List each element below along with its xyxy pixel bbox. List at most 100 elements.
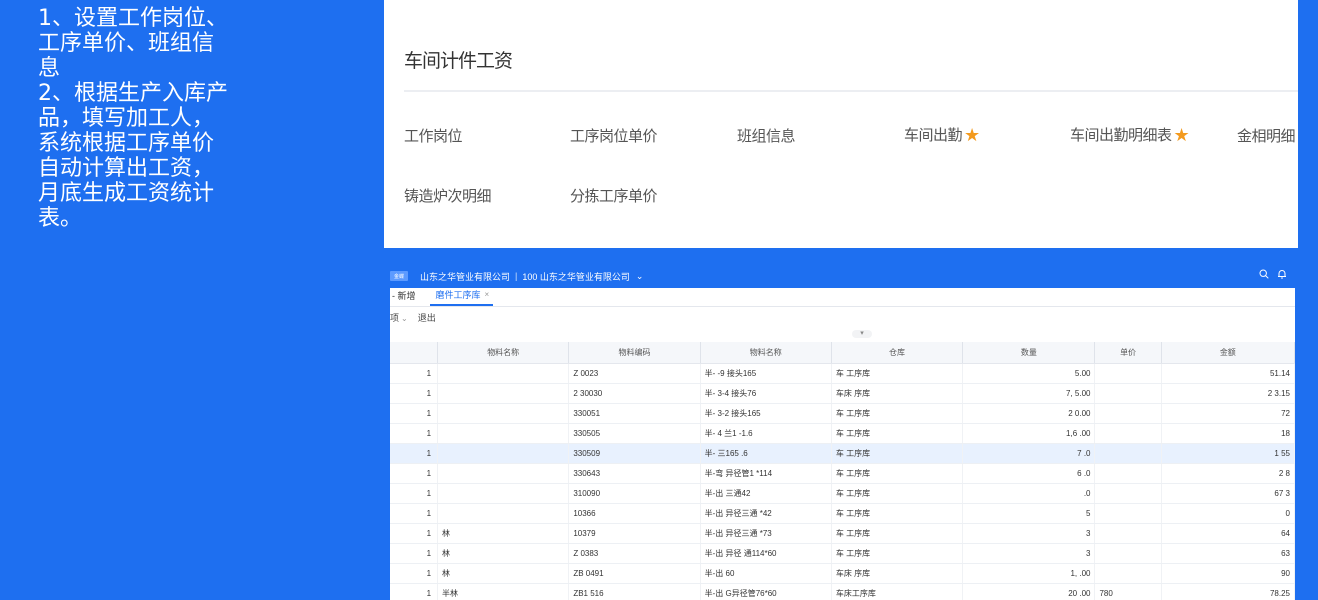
table-cell-idx[interactable]: 1: [390, 423, 439, 444]
table-cell-idx[interactable]: 1: [390, 583, 439, 600]
table-cell-idx[interactable]: 1: [390, 543, 439, 564]
table-cell-code[interactable]: Z 0023: [568, 363, 701, 384]
table-cell-idx[interactable]: 1: [390, 563, 439, 584]
table-cell-wh[interactable]: 车 工序库: [831, 523, 964, 544]
table-cell-name[interactable]: [437, 403, 570, 424]
app-logo[interactable]: 金蝶: [390, 271, 408, 281]
collapse-handle[interactable]: ▾: [852, 330, 872, 338]
table-cell-name[interactable]: [437, 443, 570, 464]
table-cell-wh[interactable]: 车床 序库: [831, 563, 964, 584]
table-cell-amt[interactable]: 51.14: [1161, 363, 1295, 384]
table-cell-qty[interactable]: 3: [962, 523, 1096, 544]
table-cell-idx[interactable]: 1: [390, 443, 439, 464]
table-cell-name[interactable]: 林: [437, 563, 570, 584]
table-cell-code[interactable]: 330643: [568, 463, 701, 484]
table-cell-name[interactable]: 林: [437, 543, 570, 564]
column-header[interactable]: 仓库: [831, 342, 964, 364]
table-cell-price[interactable]: [1094, 403, 1162, 424]
table-cell-mat[interactable]: 半- 3-2 接头165: [700, 403, 832, 424]
star-icon[interactable]: ★: [1174, 126, 1190, 144]
table-cell-qty[interactable]: 3: [962, 543, 1096, 564]
column-header[interactable]: 数量: [962, 342, 1096, 364]
table-cell-qty[interactable]: 1, .00: [962, 563, 1096, 584]
table-cell-qty[interactable]: 6 .0: [962, 463, 1096, 484]
table-cell-wh[interactable]: 车床工序库: [831, 583, 964, 600]
table-cell-price[interactable]: [1094, 443, 1162, 464]
table-cell-amt[interactable]: 18: [1161, 423, 1295, 444]
column-header[interactable]: 单价: [1094, 342, 1162, 364]
column-header[interactable]: [390, 342, 439, 364]
table-cell-code[interactable]: ZB 0491: [568, 563, 701, 584]
table-cell-wh[interactable]: 车 工序库: [831, 543, 964, 564]
close-icon[interactable]: ×: [485, 290, 490, 299]
table-cell-idx[interactable]: 1: [390, 483, 439, 504]
table-cell-price[interactable]: [1094, 363, 1162, 384]
column-header[interactable]: 物料名称: [700, 342, 832, 364]
table-cell-wh[interactable]: 车 工序库: [831, 423, 964, 444]
table-cell-wh[interactable]: 车 工序库: [831, 403, 964, 424]
table-cell-amt[interactable]: 2 3.15: [1161, 383, 1295, 404]
table-cell-price[interactable]: [1094, 423, 1162, 444]
table-cell-amt[interactable]: 63: [1161, 543, 1295, 564]
table-cell-mat[interactable]: 半-出 异径 通114*60: [700, 543, 832, 564]
table-cell-mat[interactable]: 半-出 异径三通 *73: [700, 523, 832, 544]
table-cell-qty[interactable]: 7, 5.00: [962, 383, 1096, 404]
table-cell-price[interactable]: [1094, 483, 1162, 504]
table-row[interactable]: 1 2 30030 半- 3-4 接头76 车床 序库 7, 5.00 2 3.15: [390, 383, 1295, 404]
table-cell-amt[interactable]: 0: [1161, 503, 1295, 524]
bell-icon[interactable]: [1277, 269, 1287, 282]
table-cell-wh[interactable]: 车床 序库: [831, 383, 964, 404]
table-row[interactable]: 1 330505 半- 4 兰1 -1.6 车 工序库 1,6 .00 18: [390, 423, 1295, 444]
table-cell-price[interactable]: [1094, 463, 1162, 484]
menu-item-metallographic[interactable]: 金相明细: [1237, 125, 1296, 146]
table-row[interactable]: 1 10366 半-出 异径三通 *42 车 工序库 5 0: [390, 503, 1295, 524]
table-cell-idx[interactable]: 1: [390, 523, 439, 544]
table-cell-price[interactable]: [1094, 523, 1162, 544]
table-cell-wh[interactable]: 车 工序库: [831, 503, 964, 524]
menu-item-sorting-price[interactable]: 分拣工序单价: [570, 185, 658, 206]
search-icon[interactable]: [1259, 269, 1269, 282]
table-row[interactable]: 1 310090 半-出 三通42 车 工序库 .0 67 3: [390, 483, 1295, 504]
table-cell-idx[interactable]: 1: [390, 463, 439, 484]
toolbar-item-options[interactable]: 项 ⌄: [390, 311, 408, 324]
table-cell-mat[interactable]: 半- 3-4 接头76: [700, 383, 832, 404]
column-header[interactable]: 物料名称: [437, 342, 570, 364]
table-cell-amt[interactable]: 67 3: [1161, 483, 1295, 504]
table-cell-qty[interactable]: 2 0.00: [962, 403, 1096, 424]
table-cell-amt[interactable]: 1 55: [1161, 443, 1295, 464]
table-cell-price[interactable]: [1094, 563, 1162, 584]
table-cell-wh[interactable]: 车 工序库: [831, 363, 964, 384]
table-row[interactable]: 1 330051 半- 3-2 接头165 车 工序库 2 0.00 72: [390, 403, 1295, 424]
table-cell-amt[interactable]: 72: [1161, 403, 1295, 424]
table-row[interactable]: 1 半林 ZB1 516 半-出 G异径管76*60 车床工序库 20 .00 780 78.…: [390, 583, 1295, 600]
table-cell-qty[interactable]: .0: [962, 483, 1096, 504]
table-cell-name[interactable]: [437, 463, 570, 484]
table-cell-name[interactable]: 林: [437, 523, 570, 544]
table-cell-qty[interactable]: 5: [962, 503, 1096, 524]
menu-item-work-post[interactable]: 工作岗位: [404, 125, 463, 146]
table-cell-mat[interactable]: 半- 4 兰1 -1.6: [700, 423, 832, 444]
tab-grinding-process[interactable]: 磨件工序库 ×: [429, 288, 494, 306]
table-cell-price[interactable]: [1094, 543, 1162, 564]
table-cell-price[interactable]: [1094, 383, 1162, 404]
table-cell-code[interactable]: 10379: [568, 523, 701, 544]
table-cell-qty[interactable]: 1,6 .00: [962, 423, 1096, 444]
table-cell-mat[interactable]: 半-出 异径三通 *42: [700, 503, 832, 524]
table-cell-idx[interactable]: 1: [390, 363, 439, 384]
table-cell-qty[interactable]: 5.00: [962, 363, 1096, 384]
column-header[interactable]: 物料编码: [568, 342, 701, 364]
table-cell-qty[interactable]: 20 .00: [962, 583, 1096, 600]
table-cell-wh[interactable]: 车 工序库: [831, 483, 964, 504]
table-row[interactable]: 1 330509 半- 三165 .6 车 工序库 7 .0 1 55: [390, 443, 1295, 464]
table-cell-amt[interactable]: 2 8: [1161, 463, 1295, 484]
menu-item-attendance[interactable]: 车间出勤 ★: [904, 124, 980, 145]
table-cell-wh[interactable]: 车 工序库: [831, 443, 964, 464]
table-cell-code[interactable]: 310090: [568, 483, 701, 504]
table-cell-amt[interactable]: 90: [1161, 563, 1295, 584]
menu-item-process-price[interactable]: 工序岗位单价: [570, 125, 658, 146]
table-cell-name[interactable]: 半林: [437, 583, 570, 600]
table-cell-code[interactable]: 330505: [568, 423, 701, 444]
table-cell-mat[interactable]: 半-弯 异径管1 *114: [700, 463, 832, 484]
table-row[interactable]: 1 Z 0023 半- -9 接头165 车 工序库 5.00 51.14: [390, 363, 1295, 384]
table-cell-mat[interactable]: 半-出 G异径管76*60: [700, 583, 832, 600]
